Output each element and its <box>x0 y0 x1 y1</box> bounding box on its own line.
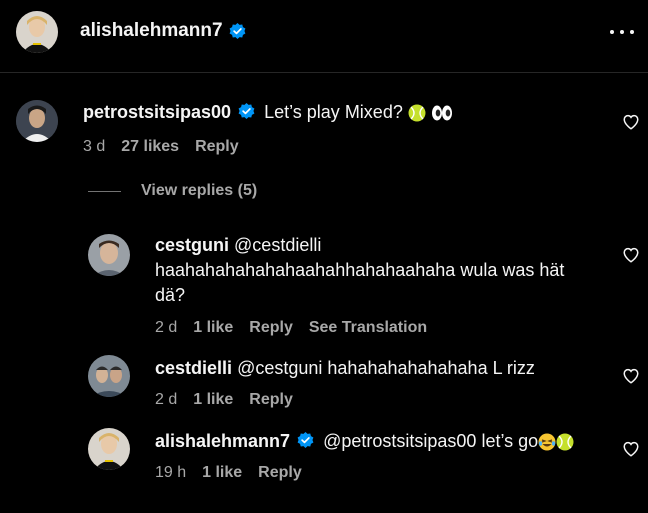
verified-badge-icon <box>238 103 255 119</box>
main-comment-meta: 3 d 27 likes Reply <box>83 138 239 156</box>
reply-button[interactable]: Reply <box>195 138 239 156</box>
reply-text: let’s go <box>481 431 539 451</box>
reply-button[interactable]: Reply <box>258 464 302 482</box>
main-comment-body: petrostsitsipas00 Let’s play Mixed? <box>83 100 453 125</box>
view-replies-label[interactable]: View replies (5) <box>141 182 257 200</box>
reply-body: cestdielli @cestguni hahahahahahahaha L … <box>155 356 535 381</box>
tennis-ball-emoji <box>556 433 574 451</box>
reply-avatar[interactable] <box>88 234 130 276</box>
comment-likes[interactable]: 27 likes <box>121 138 179 156</box>
heart-icon[interactable] <box>622 113 640 131</box>
heart-icon[interactable] <box>622 367 640 385</box>
header-username-text[interactable]: alishalehmann7 <box>80 20 223 42</box>
see-translation-button[interactable]: See Translation <box>309 319 427 337</box>
reply-button[interactable]: Reply <box>249 391 293 409</box>
post-header: alishalehmann7 <box>0 0 648 73</box>
comments-page: alishalehmann7 petrostsitsipas00 Let’s p… <box>0 0 648 513</box>
reply-text: haahahahahahahaahahhahahaahaha wula was … <box>155 260 565 280</box>
reply-button[interactable]: Reply <box>249 319 293 337</box>
heart-icon[interactable] <box>622 440 640 458</box>
verified-badge-icon <box>229 22 245 39</box>
reply-time: 2 d <box>155 319 178 336</box>
reply-username[interactable]: alishalehmann7 <box>155 431 290 451</box>
reply-mention[interactable]: @cestguni <box>237 358 322 378</box>
reply-body: cestguni @cestdielli haahahahahahahaahah… <box>155 233 615 308</box>
reply-username[interactable]: cestdielli <box>155 358 232 378</box>
reply-avatar[interactable] <box>88 428 130 470</box>
laughing-tears-emoji <box>538 433 556 451</box>
header-avatar[interactable] <box>16 11 58 53</box>
reply-likes[interactable]: 1 like <box>202 464 242 482</box>
comment-time: 3 d <box>83 138 106 155</box>
view-replies-button[interactable]: View replies (5) <box>88 182 257 200</box>
tennis-ball-emoji <box>408 104 426 122</box>
reply-avatar[interactable] <box>88 355 130 397</box>
commenter-avatar[interactable] <box>16 100 58 142</box>
reply-time: 19 h <box>155 464 187 481</box>
reply-mention[interactable]: @petrostsitsipas00 <box>323 431 476 451</box>
verified-badge-icon <box>297 432 314 448</box>
reply-username[interactable]: cestguni <box>155 235 229 255</box>
reply-text-continued: dä? <box>155 285 186 305</box>
comment-text: Let’s play Mixed? <box>264 102 408 122</box>
reply-time: 2 d <box>155 391 178 408</box>
heart-icon[interactable] <box>622 246 640 264</box>
reply-likes[interactable]: 1 like <box>193 391 233 409</box>
more-options-icon[interactable] <box>610 22 634 42</box>
reply-body: alishalehmann7 @petrostsitsipas00 let’s … <box>155 429 574 454</box>
reply-meta: 19 h 1 like Reply <box>155 464 302 482</box>
header-username[interactable]: alishalehmann7 <box>80 20 246 42</box>
reply-meta: 2 d 1 like Reply <box>155 391 293 409</box>
reply-text: hahahahahahahaha L rizz <box>327 358 535 378</box>
reply-mention[interactable]: @cestdielli <box>234 235 321 255</box>
comment-username[interactable]: petrostsitsipas00 <box>83 102 231 122</box>
reply-meta: 2 d 1 like Reply See Translation <box>155 319 427 337</box>
reply-likes[interactable]: 1 like <box>193 319 233 337</box>
divider-line <box>88 190 121 192</box>
eyes-emoji <box>431 105 452 121</box>
